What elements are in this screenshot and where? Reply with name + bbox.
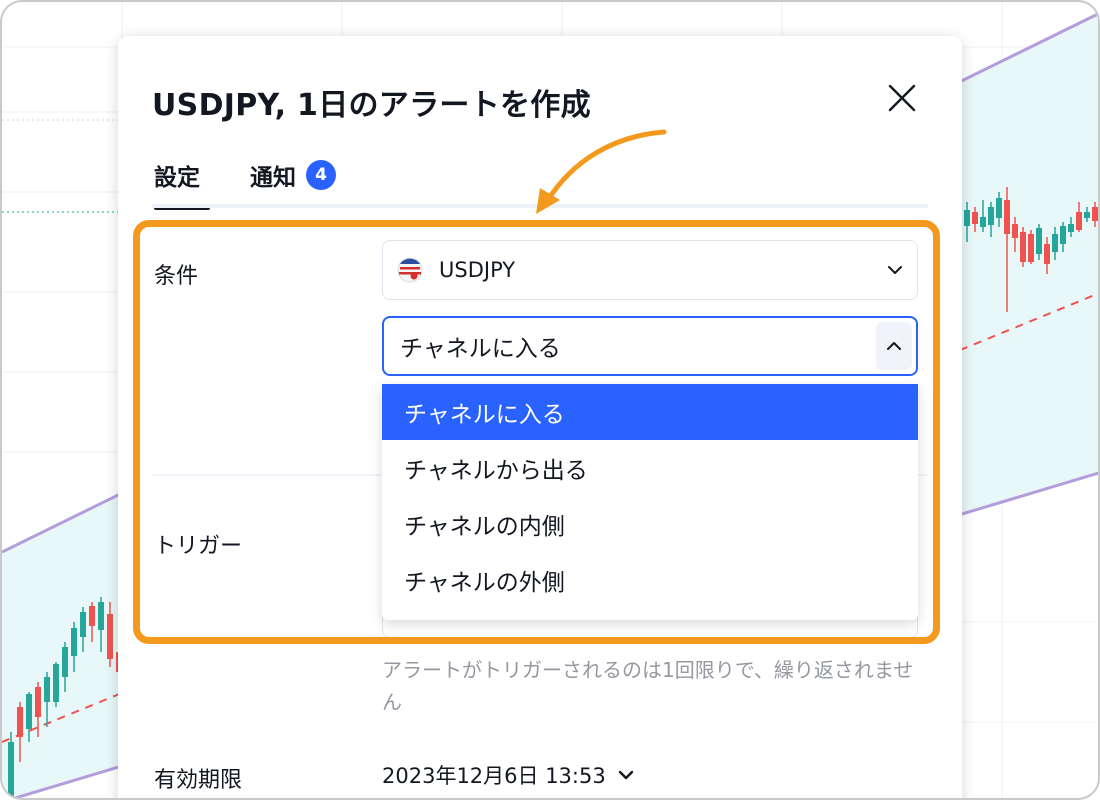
candle-body — [80, 612, 86, 637]
option-inside-channel[interactable]: チャネルの内側 — [382, 496, 918, 552]
tab-settings[interactable]: 設定 — [154, 158, 200, 192]
symbol-select[interactable]: USDJPY — [382, 240, 918, 300]
symbol-value: USDJPY — [439, 258, 516, 282]
tab-notifications[interactable]: 通知 4 — [250, 158, 336, 192]
curved-arrow-icon — [536, 129, 667, 214]
us-japan-flag-icon — [397, 257, 423, 283]
candle-body — [89, 606, 95, 626]
condition-options-dropdown: チャネルに入る チャネルから出る チャネルの内側 チャネルの外側 — [382, 384, 918, 620]
option-enter-channel[interactable]: チャネルに入る — [382, 384, 918, 440]
candle-body — [53, 664, 59, 702]
candle-body — [1020, 232, 1026, 262]
screenshot-frame: USDJPY, 1日のアラートを作成 設定 通知 4 条件 USDJPY チャネ… — [0, 0, 1100, 800]
candle-body — [71, 628, 77, 656]
candle-body — [1012, 224, 1018, 238]
candle-body — [972, 212, 978, 224]
candle-body — [988, 207, 994, 225]
candle-body — [964, 210, 970, 226]
option-exit-channel[interactable]: チャネルから出る — [382, 440, 918, 496]
chevron-up-icon — [887, 342, 901, 350]
condition-type-value: チャネルに入る — [400, 336, 561, 362]
candle-body — [1028, 234, 1034, 262]
notification-count-badge: 4 — [306, 160, 336, 190]
option-outside-channel[interactable]: チャネルの外側 — [382, 552, 918, 608]
dialog-title: USDJPY, 1日のアラートを作成 — [152, 88, 591, 123]
candle-body — [1004, 200, 1010, 234]
close-button[interactable] — [882, 78, 922, 118]
candle-body — [1076, 212, 1082, 230]
candle-body — [62, 647, 68, 677]
candle-body — [26, 694, 32, 729]
candle-body — [1052, 234, 1058, 252]
candle-body — [996, 198, 1002, 218]
chevron-down-icon — [888, 266, 902, 274]
candle-body — [1044, 244, 1050, 264]
expiry-label: 有効期限 — [154, 768, 243, 793]
candle-body — [1084, 212, 1090, 218]
chevron-down-icon — [618, 770, 633, 780]
collapse-dropdown-button[interactable] — [876, 322, 912, 370]
trigger-helper-text: アラートがトリガーされるのは1回限りで、繰り返されません — [382, 658, 914, 714]
condition-label: 条件 — [154, 264, 199, 289]
candle-body — [980, 217, 986, 227]
candle-body — [1060, 226, 1066, 244]
expiry-date-value: 2023年12月6日 13:53 — [382, 764, 606, 788]
trigger-label: トリガー — [154, 534, 243, 559]
tab-notifications-label: 通知 — [250, 165, 296, 191]
condition-type-select[interactable]: チャネルに入る — [382, 316, 918, 376]
expiry-date-picker[interactable]: 2023年12月6日 13:53 — [382, 760, 636, 790]
candle-body — [17, 707, 23, 737]
candle-body — [35, 687, 41, 717]
close-icon — [888, 84, 916, 112]
candle-body — [107, 614, 113, 659]
candle-body — [1036, 228, 1042, 254]
candle-body — [98, 602, 104, 630]
candle-body — [8, 742, 14, 798]
candle-body — [1068, 224, 1074, 232]
candle-body — [44, 677, 50, 702]
candle-body — [1092, 207, 1098, 221]
